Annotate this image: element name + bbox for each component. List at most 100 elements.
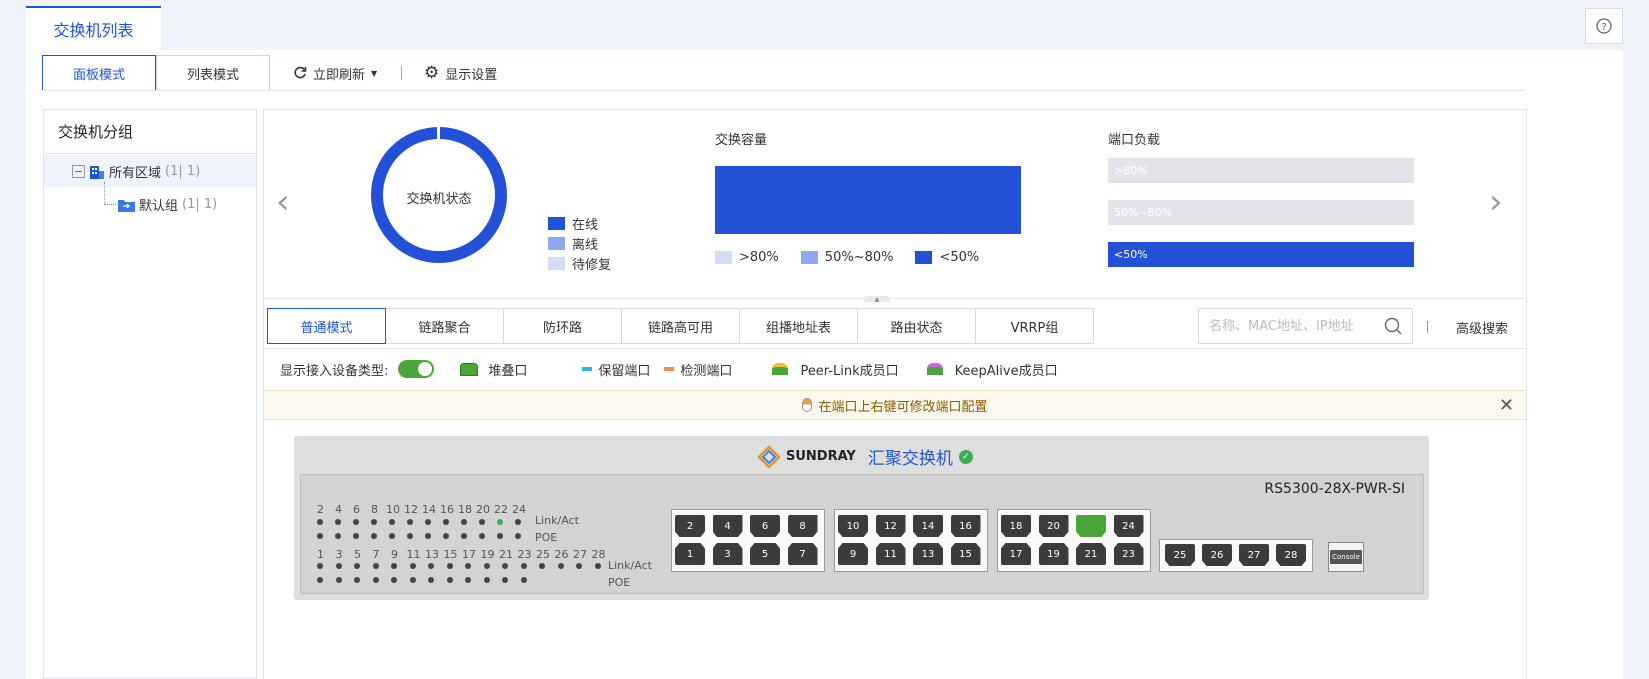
search-input[interactable]	[1209, 318, 1379, 334]
led-indicator	[317, 563, 323, 569]
led-indicator	[391, 577, 397, 583]
led-indicator	[425, 533, 431, 539]
section-divider	[264, 298, 1526, 299]
display-settings-button[interactable]: ⚙ 显示设置	[424, 61, 497, 85]
port-19[interactable]: 19	[1038, 543, 1069, 565]
led-indicator	[428, 563, 434, 569]
legend-label: 待修复	[572, 257, 612, 273]
options-row: 显示接入设备类型: 堆叠口 保留端口 检测端口 Peer-Link成员口 Kee…	[280, 358, 1058, 380]
tab-link-aggregation[interactable]: 链路聚合	[385, 308, 504, 344]
list-mode-button[interactable]: 列表模式	[156, 55, 270, 91]
port-5[interactable]: 5	[750, 543, 780, 565]
port-8[interactable]: 8	[787, 515, 818, 537]
legend-swatch	[715, 250, 732, 264]
led-indicator	[483, 563, 490, 569]
sidebar-item-all-areas[interactable]: − 所有区域 (1| 1)	[72, 162, 200, 181]
tab-vrrp[interactable]: VRRP组	[975, 308, 1094, 344]
legend-label: 堆叠口	[488, 363, 528, 379]
port-9[interactable]: 9	[838, 543, 868, 565]
tab-switch-list[interactable]: 交换机列表	[26, 6, 161, 50]
port-25[interactable]: 25	[1165, 544, 1195, 566]
advanced-search-link[interactable]: 高级搜索	[1456, 318, 1508, 337]
port-number-label: 25	[536, 548, 550, 561]
port-number-label: 20	[476, 503, 490, 516]
next-arrow-icon[interactable]: ›	[1489, 182, 1503, 222]
port-20[interactable]: 20	[1038, 515, 1069, 537]
port-28[interactable]: 28	[1276, 544, 1306, 566]
port-16[interactable]: 16	[950, 515, 981, 537]
led-indicator	[372, 563, 379, 569]
search-icon[interactable]	[1384, 317, 1402, 335]
led-indicator	[409, 577, 416, 583]
port-7[interactable]: 7	[787, 543, 818, 565]
port-23[interactable]: 23	[1113, 543, 1144, 565]
tab-normal-mode[interactable]: 普通模式	[267, 308, 386, 344]
sidebar-item-count: (1| 1)	[165, 164, 201, 179]
toolbar-underline	[42, 90, 1525, 91]
led-indicator	[539, 563, 545, 569]
port-11[interactable]: 11	[875, 543, 906, 565]
port-number-label: 8	[371, 503, 378, 516]
port-2[interactable]: 2	[675, 515, 705, 537]
port-6[interactable]: 6	[750, 515, 780, 537]
led-indicator	[520, 577, 527, 583]
toolbar-divider	[401, 66, 402, 80]
top-bar: 交换机列表 ?	[26, 0, 1623, 50]
tree-line	[104, 182, 105, 204]
tab-route-status[interactable]: 路由状态	[857, 308, 976, 344]
port-21[interactable]: 21	[1076, 543, 1106, 565]
search-box	[1198, 308, 1413, 344]
collapse-handle-icon[interactable]: ▲	[864, 296, 890, 303]
tree-line	[104, 204, 116, 205]
led-indicator	[515, 519, 521, 525]
show-device-type-label: 显示接入设备类型:	[280, 363, 389, 379]
led-indicator	[576, 563, 582, 569]
port-17[interactable]: 17	[1001, 543, 1031, 565]
led-indicator	[461, 533, 467, 539]
legend-swatch	[548, 236, 565, 250]
port-1[interactable]: 1	[675, 543, 705, 565]
port-number-label: 11	[406, 548, 421, 561]
prev-arrow-icon[interactable]: ‹	[276, 182, 290, 222]
refresh-button[interactable]: 立即刷新 ▼	[293, 61, 377, 85]
port-15[interactable]: 15	[950, 543, 981, 565]
port-26[interactable]: 26	[1202, 544, 1232, 566]
port-13[interactable]: 13	[913, 543, 943, 565]
led-indicator	[497, 519, 503, 525]
port-18[interactable]: 18	[1001, 515, 1031, 537]
online-check-icon: ✓	[958, 449, 973, 464]
led-indicator	[446, 577, 453, 583]
port-24[interactable]: 24	[1113, 515, 1144, 537]
port-14[interactable]: 14	[913, 515, 943, 537]
port-4[interactable]: 4	[712, 515, 743, 537]
legend-item: >80%	[715, 247, 779, 267]
device-name[interactable]: 汇聚交换机	[868, 444, 953, 469]
help-button[interactable]: ?	[1585, 8, 1623, 44]
legend-label: <50%	[939, 249, 980, 265]
console-port[interactable]: Console	[1328, 542, 1364, 572]
port-number-label: 2	[317, 503, 324, 516]
led-indicator	[502, 577, 508, 583]
legend-label: 在线	[572, 217, 599, 233]
legend-swatch	[548, 216, 565, 230]
legend-label: >80%	[739, 249, 779, 265]
led-indicator	[465, 577, 471, 583]
subtab-bar: 普通模式 链路聚合 防环路 链路高可用 组播地址表 路由状态 VRRP组	[267, 308, 1094, 344]
tab-link-ha[interactable]: 链路高可用	[621, 308, 740, 344]
tab-loop-prevention[interactable]: 防环路	[503, 308, 622, 344]
port-number-label: 26	[554, 548, 569, 561]
panel-mode-button[interactable]: 面板模式	[42, 55, 156, 91]
show-device-type-toggle[interactable]	[398, 360, 435, 378]
folder-icon	[118, 199, 135, 212]
led-indicator	[515, 533, 521, 539]
port-12[interactable]: 12	[875, 515, 906, 537]
collapse-icon[interactable]: −	[72, 165, 85, 178]
tab-multicast-table[interactable]: 组播地址表	[739, 308, 858, 344]
port-22[interactable]	[1076, 515, 1106, 537]
port-3[interactable]: 3	[712, 543, 743, 565]
close-icon[interactable]: ✕	[1499, 395, 1514, 416]
port-10[interactable]: 10	[838, 515, 868, 537]
port-27[interactable]: 27	[1239, 544, 1269, 566]
port-number-label: 5	[354, 548, 361, 561]
sidebar-item-default-group[interactable]: 默认组 (1| 1)	[118, 195, 217, 214]
